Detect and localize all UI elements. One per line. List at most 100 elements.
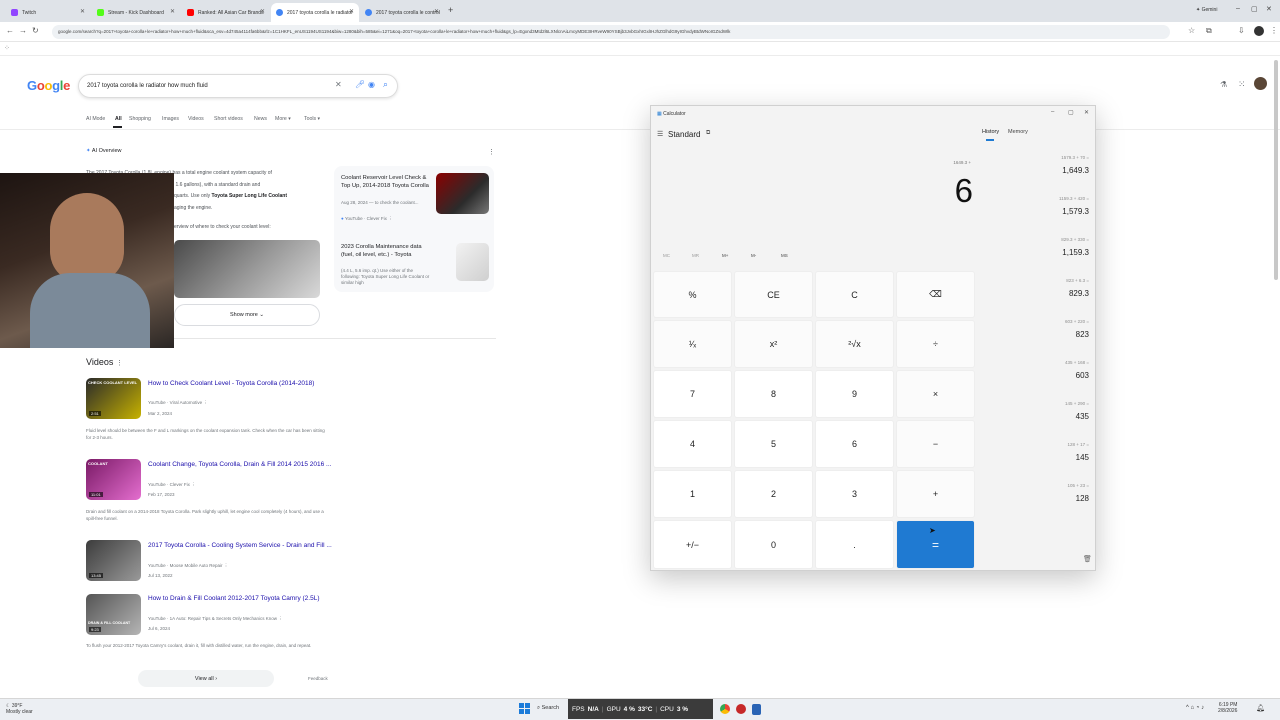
history-result[interactable]: 128: [1029, 494, 1089, 503]
negate-button[interactable]: +/−: [653, 520, 732, 569]
reciprocal-button[interactable]: ¹∕ₓ: [653, 320, 732, 368]
system-tray-icons[interactable]: ^ ⌂ ◔ ♪: [1186, 705, 1204, 711]
lens-icon[interactable]: ◉: [368, 80, 375, 89]
reload-icon[interactable]: ↻: [32, 26, 39, 35]
tab-kick[interactable]: Stream - Kick Dashboard ✕: [92, 3, 180, 22]
video-thumbnail[interactable]: CHECK COOLANT LEVEL 2:51: [86, 378, 141, 419]
weather-widget[interactable]: ☾ 39°F Mostly clear: [6, 703, 33, 715]
clear-search-icon[interactable]: ✕: [335, 80, 342, 89]
video-thumbnail[interactable]: COOLANT 11:01: [86, 459, 141, 500]
labs-flask-icon[interactable]: ⚗: [1220, 80, 1227, 89]
digit-8-button[interactable]: 8: [734, 370, 813, 418]
add-button[interactable]: +: [896, 470, 975, 518]
memory-store-button[interactable]: MS: [781, 253, 788, 258]
history-result[interactable]: 1,159.3: [1029, 248, 1089, 257]
delete-history-icon[interactable]: 🗑︎: [1083, 555, 1092, 563]
back-icon[interactable]: ←: [6, 26, 14, 35]
minimize-icon[interactable]: –: [1051, 109, 1054, 115]
video-title[interactable]: 2017 Toyota Corolla - Cooling System Ser…: [148, 542, 332, 549]
clear-button[interactable]: C: [815, 271, 894, 318]
memory-subtract-button[interactable]: M-: [751, 253, 756, 258]
history-result[interactable]: 603: [1029, 371, 1089, 380]
source-card-title[interactable]: 2023 Corolla Maintenance data (fuel, oil…: [341, 243, 433, 259]
digit-5-button[interactable]: 5: [734, 420, 813, 468]
microphone-icon[interactable]: 🎤︎: [355, 80, 365, 89]
google-logo[interactable]: Google: [27, 78, 70, 93]
digit-9-button[interactable]: 9: [815, 370, 894, 418]
video-title[interactable]: Coolant Change, Toyota Corolla, Drain & …: [148, 461, 331, 468]
history-result[interactable]: 435: [1029, 412, 1089, 421]
square-root-button[interactable]: ²√x: [815, 320, 894, 368]
view-all-button[interactable]: View all ›: [138, 670, 274, 687]
maximize-icon[interactable]: ▢: [1068, 109, 1074, 116]
apps-grid-icon[interactable]: ⁘: [4, 44, 10, 52]
tab-news[interactable]: News: [254, 116, 267, 122]
close-icon[interactable]: ✕: [434, 8, 439, 15]
close-icon[interactable]: ✕: [349, 8, 354, 15]
history-result[interactable]: 145: [1029, 453, 1089, 462]
digit-3-button[interactable]: 3: [815, 470, 894, 518]
tab-memory[interactable]: Memory: [1008, 129, 1028, 135]
close-icon[interactable]: ✕: [1084, 109, 1089, 116]
start-windows-icon[interactable]: [519, 703, 530, 714]
chrome-taskbar-icon[interactable]: [720, 704, 730, 714]
extensions-icon[interactable]: ⧉: [1206, 26, 1212, 36]
minimize-icon[interactable]: –: [1236, 5, 1240, 12]
history-result[interactable]: 823: [1029, 330, 1089, 339]
tab-google-search-2[interactable]: 2017 toyota corolla le control ✕: [360, 3, 444, 22]
tab-more[interactable]: More ▾: [275, 116, 291, 122]
video-title[interactable]: How to Check Coolant Level - Toyota Coro…: [148, 380, 314, 387]
taskbar-search[interactable]: ⌕ Search: [537, 705, 559, 712]
video-title[interactable]: How to Drain & Fill Coolant 2012-2017 To…: [148, 595, 320, 602]
show-more-button[interactable]: Show more ⌄: [174, 304, 320, 326]
clock[interactable]: 6:19 PM 2/8/2026: [1218, 702, 1237, 714]
ai-overview-image[interactable]: [174, 240, 320, 298]
multiply-button[interactable]: ×: [896, 370, 975, 418]
close-icon[interactable]: ✕: [170, 8, 175, 15]
avatar[interactable]: [1254, 26, 1264, 36]
backspace-button[interactable]: ⌫: [896, 271, 975, 318]
digit-2-button[interactable]: 2: [734, 470, 813, 518]
digit-1-button[interactable]: 1: [653, 470, 732, 518]
forward-icon[interactable]: →: [19, 26, 27, 35]
decimal-button[interactable]: .: [815, 520, 894, 569]
google-apps-icon[interactable]: ⁙: [1238, 79, 1246, 90]
tab-shopping[interactable]: Shopping: [129, 116, 151, 122]
tab-all[interactable]: All: [115, 116, 122, 122]
notifications-icon[interactable]: 🔔︎: [1256, 704, 1265, 712]
subtract-button[interactable]: −: [896, 420, 975, 468]
bookmark-star-icon[interactable]: ☆: [1188, 26, 1195, 35]
video-thumbnail[interactable]: DRAIN & FILL COOLANT 9:23: [86, 594, 141, 635]
tab-tools[interactable]: Tools ▾: [304, 116, 320, 122]
source-card-thumbnail[interactable]: [436, 173, 489, 214]
digit-6-button[interactable]: 6: [815, 420, 894, 468]
close-icon[interactable]: ✕: [260, 8, 265, 15]
video-thumbnail[interactable]: 13:45: [86, 540, 141, 581]
gemini-profile[interactable]: ✦ Gemini: [1196, 7, 1217, 13]
recording-app-icon[interactable]: [736, 704, 746, 714]
more-options-icon[interactable]: ⋮: [488, 148, 495, 156]
tab-twitch[interactable]: Twitch ✕: [6, 3, 90, 22]
search-input[interactable]: 2017 toyota corolla le radiator how much…: [78, 74, 398, 98]
digit-7-button[interactable]: 7: [653, 370, 732, 418]
feedback-link[interactable]: Feedback: [308, 676, 328, 681]
digit-4-button[interactable]: 4: [653, 420, 732, 468]
tab-videos[interactable]: Videos: [188, 116, 204, 122]
tab-short-videos[interactable]: Short videos: [214, 116, 243, 122]
browser-menu-icon[interactable]: ⋮: [1270, 26, 1278, 35]
new-tab-icon[interactable]: +: [448, 5, 453, 15]
download-icon[interactable]: ⇩: [1238, 26, 1245, 35]
memory-add-button[interactable]: M+: [722, 253, 728, 258]
tab-history[interactable]: History: [982, 129, 999, 135]
maximize-icon[interactable]: ▢: [1251, 5, 1258, 13]
divide-button[interactable]: ÷: [896, 320, 975, 368]
clear-entry-button[interactable]: CE: [734, 271, 813, 318]
history-result[interactable]: 1,579.3: [1029, 207, 1089, 216]
source-card-title[interactable]: Coolant Reservoir Level Check & Top Up, …: [341, 174, 431, 190]
hamburger-menu-icon[interactable]: ☰: [657, 130, 663, 138]
tab-images[interactable]: Images: [162, 116, 179, 122]
search-icon[interactable]: ⌕: [383, 79, 388, 90]
history-result[interactable]: 829.3: [1029, 289, 1089, 298]
digit-0-button[interactable]: 0: [734, 520, 813, 569]
close-icon[interactable]: ✕: [80, 8, 85, 15]
